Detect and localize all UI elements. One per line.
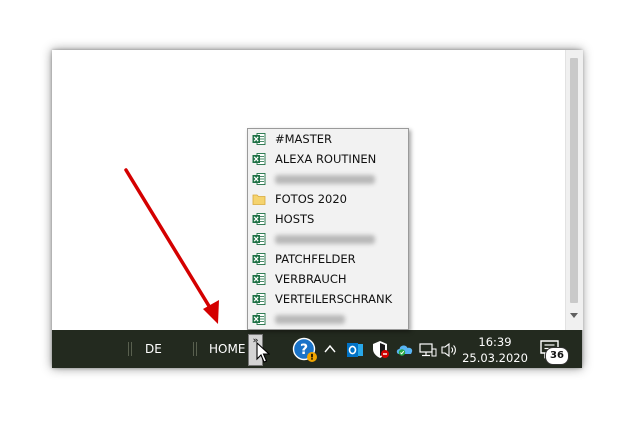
help-question-icon[interactable]: ? bbox=[292, 337, 318, 363]
excel-icon bbox=[252, 273, 266, 285]
excel-icon bbox=[252, 133, 266, 145]
menu-item[interactable]: PATCHFELDER bbox=[248, 249, 408, 269]
menu-item[interactable]: VERBRAUCH bbox=[248, 269, 408, 289]
menu-item-label bbox=[275, 315, 345, 324]
clock-time: 16:39 bbox=[478, 335, 512, 349]
menu-item-label: VERBRAUCH bbox=[275, 272, 347, 286]
excel-icon bbox=[252, 253, 266, 265]
menu-item-label bbox=[275, 235, 375, 244]
excel-icon bbox=[252, 293, 266, 305]
menu-item-label: PATCHFELDER bbox=[275, 252, 356, 266]
excel-icon bbox=[252, 153, 266, 165]
menu-item[interactable] bbox=[248, 229, 408, 249]
menu-item[interactable]: #MASTER bbox=[248, 129, 408, 149]
notification-count-badge: 36 bbox=[545, 347, 569, 365]
menu-item[interactable]: VERTEILERSCHRANK bbox=[248, 289, 408, 309]
menu-item-label: FOTOS 2020 bbox=[275, 192, 347, 206]
scroll-down-arrow-icon[interactable] bbox=[570, 313, 578, 318]
toolbar-home-label[interactable]: HOME bbox=[209, 342, 245, 356]
show-hidden-icons-chevron-icon[interactable] bbox=[324, 344, 336, 354]
menu-item-label: ALEXA ROUTINEN bbox=[275, 152, 377, 166]
scrollbar-thumb[interactable] bbox=[570, 58, 578, 303]
svg-text:?: ? bbox=[300, 342, 308, 358]
excel-icon bbox=[252, 233, 266, 245]
onedrive-cloud-icon[interactable] bbox=[395, 342, 415, 356]
menu-item[interactable]: ALEXA ROUTINEN bbox=[248, 149, 408, 169]
menu-item-label: #MASTER bbox=[275, 132, 333, 146]
toolbar-separator bbox=[128, 342, 132, 356]
mouse-pointer-icon bbox=[256, 342, 270, 363]
menu-item[interactable]: HOSTS bbox=[248, 209, 408, 229]
toolbar-overflow-menu: #MASTER ALEXA ROUTINEN FOTOS 2020 HOSTS PATC… bbox=[247, 128, 409, 330]
menu-item-label: VERTEILERSCHRANK bbox=[275, 292, 393, 306]
clock-date: 25.03.2020 bbox=[462, 351, 528, 365]
menu-item[interactable] bbox=[248, 169, 408, 189]
menu-item-label bbox=[275, 175, 375, 184]
excel-icon bbox=[252, 173, 266, 185]
menu-item[interactable]: FOTOS 2020 bbox=[248, 189, 408, 209]
network-icon[interactable] bbox=[419, 342, 437, 358]
taskbar: DE HOME » ? 16:39 25.03.2020 36 bbox=[52, 330, 582, 368]
taskbar-clock[interactable]: 16:39 25.03.2020 bbox=[460, 334, 530, 366]
toolbar-separator bbox=[193, 342, 197, 356]
volume-speaker-icon[interactable] bbox=[441, 342, 459, 358]
excel-icon bbox=[252, 213, 266, 225]
security-shield-icon[interactable] bbox=[372, 340, 390, 359]
toolbar-de-label[interactable]: DE bbox=[145, 342, 162, 356]
vertical-scrollbar[interactable] bbox=[565, 50, 583, 330]
menu-item[interactable] bbox=[248, 309, 408, 329]
folder-icon bbox=[252, 194, 266, 205]
outlook-icon[interactable] bbox=[346, 341, 364, 359]
excel-icon bbox=[252, 313, 266, 325]
menu-item-label: HOSTS bbox=[275, 212, 315, 226]
